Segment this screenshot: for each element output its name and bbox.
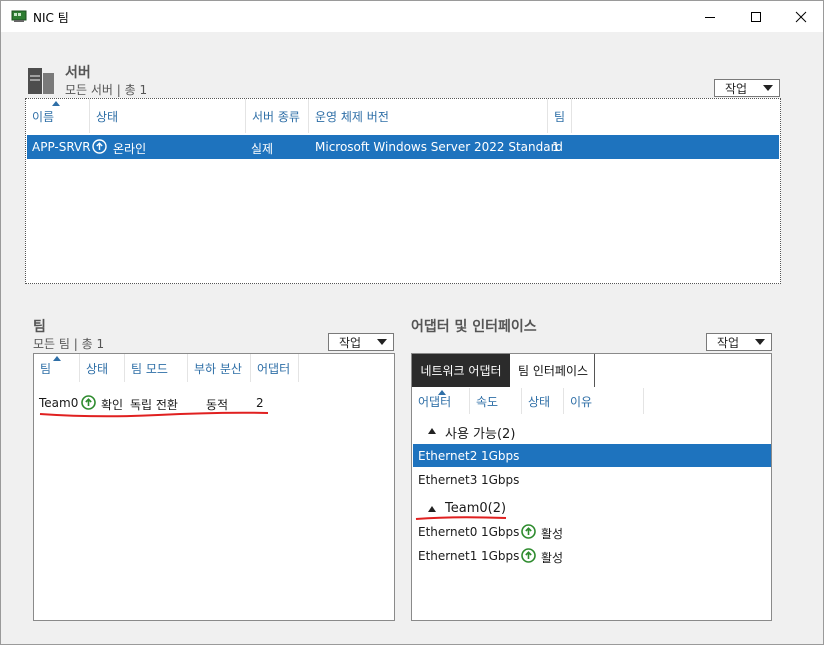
- window-title: NIC 팀: [33, 11, 69, 25]
- adapter-name: Ethernet3: [418, 473, 478, 487]
- list-item[interactable]: Ethernet0 1Gbps 활성: [412, 520, 771, 544]
- teams-title: 팀: [33, 319, 46, 335]
- col-header-speed[interactable]: 속도: [470, 388, 522, 414]
- col-header-reason[interactable]: 이유: [564, 388, 644, 414]
- collapse-triangle-icon: [428, 428, 436, 434]
- group-label: 사용 가능(2): [445, 427, 516, 442]
- minimize-button[interactable]: [687, 1, 733, 32]
- red-annotation-underline: [39, 411, 269, 418]
- maximize-button[interactable]: [733, 1, 779, 32]
- close-icon: [795, 11, 807, 22]
- servers-tasks-button[interactable]: 작업: [714, 79, 780, 97]
- adapter-state: 활성: [541, 551, 564, 565]
- chevron-down-icon: [377, 339, 387, 345]
- col-header-name[interactable]: 이름: [26, 99, 90, 133]
- teams-tasks-button[interactable]: 작업: [328, 333, 394, 351]
- table-row[interactable]: APP-SRVR 온라인 실제 Microsoft Windows Server…: [27, 135, 779, 159]
- maximize-icon: [751, 11, 761, 22]
- nic-team-app-icon: [11, 10, 27, 22]
- main-content: 서버 모든 서버 | 총 1 작업 이름 상태 서버 종류 운영 체제 버전 팀: [1, 32, 823, 644]
- col-header-team[interactable]: 팀: [34, 354, 80, 382]
- adapters-tasks-button[interactable]: 작업: [706, 333, 772, 351]
- team-adapter-count: 2: [256, 396, 264, 410]
- teams-tasks-label: 작업: [339, 335, 362, 350]
- adapter-state: 활성: [541, 527, 564, 541]
- list-item[interactable]: Ethernet1 1Gbps 활성: [412, 544, 771, 568]
- team-name: Team0: [39, 396, 79, 410]
- collapse-triangle-icon: [428, 506, 436, 512]
- col-header-adapter-status[interactable]: 상태: [522, 388, 564, 414]
- adapters-tasks-label: 작업: [717, 335, 740, 350]
- teams-subtitle: 모든 팀 | 총 1: [33, 337, 105, 351]
- col-header-load-balancing[interactable]: 부하 분산: [188, 354, 251, 382]
- teams-table: 팀 상태 팀 모드 부하 분산 어댑터 Team0 확인 독립 전환 동적 2: [33, 353, 395, 621]
- sort-ascending-icon: [438, 390, 446, 395]
- adapter-speed: 1Gbps: [481, 549, 520, 563]
- adapter-name: Ethernet0: [418, 525, 478, 539]
- chevron-down-icon: [763, 85, 773, 91]
- group-header-available[interactable]: 사용 가능(2): [412, 420, 771, 442]
- adapters-title: 어댑터 및 인터페이스: [411, 319, 537, 335]
- tab-team-interfaces[interactable]: 팀 인터페이스: [518, 354, 596, 387]
- server-name: APP-SRVR: [32, 140, 91, 154]
- server-status: 온라인: [113, 142, 147, 156]
- adapter-speed: 1Gbps: [481, 449, 520, 463]
- servers-table: 이름 상태 서버 종류 운영 체제 버전 팀 APP-SRVR 온라인 실제 M…: [25, 98, 781, 284]
- list-item[interactable]: Ethernet3 1Gbps: [412, 468, 771, 491]
- adapter-speed: 1Gbps: [481, 473, 520, 487]
- adapter-speed: 1Gbps: [481, 525, 520, 539]
- server-type: 실제: [251, 142, 274, 156]
- nic-teaming-window: NIC 팀 서버 모든 서버 | 총 1 작업 이름 상태 서버 종류 운영 체…: [0, 0, 824, 645]
- servers-subtitle: 모든 서버 | 총 1: [65, 83, 148, 97]
- col-header-os-version[interactable]: 운영 체제 버전: [309, 99, 548, 133]
- adapters-panel: 네트워크 어댑터 팀 인터페이스 어댑터 속도 상태 이유 사용 가능(2) E…: [411, 353, 772, 621]
- adapter-name: Ethernet2: [418, 449, 478, 463]
- col-header-team-mode[interactable]: 팀 모드: [125, 354, 188, 382]
- server-team-count: 1: [552, 140, 560, 154]
- col-header-teams[interactable]: 팀: [548, 99, 572, 133]
- servers-tasks-label: 작업: [725, 81, 748, 96]
- col-header-server-type[interactable]: 서버 종류: [246, 99, 309, 133]
- servers-title: 서버: [65, 65, 91, 81]
- active-status-icon: [521, 548, 536, 563]
- sort-ascending-icon: [52, 101, 60, 106]
- ok-status-icon: [81, 395, 96, 410]
- sort-ascending-icon: [53, 356, 61, 361]
- col-header-adapters[interactable]: 어댑터: [251, 354, 299, 382]
- online-status-icon: [92, 139, 107, 154]
- adapter-name: Ethernet1: [418, 549, 478, 563]
- col-header-team-status[interactable]: 상태: [80, 354, 125, 382]
- tab-network-adapters[interactable]: 네트워크 어댑터: [412, 354, 510, 387]
- close-button[interactable]: [778, 1, 823, 32]
- list-item[interactable]: Ethernet2 1Gbps: [413, 444, 771, 467]
- active-status-icon: [521, 524, 536, 539]
- minimize-icon: [705, 16, 715, 18]
- col-header-status[interactable]: 상태: [90, 99, 246, 133]
- col-header-adapter[interactable]: 어댑터: [412, 388, 470, 414]
- chevron-down-icon: [755, 339, 765, 345]
- server-os: Microsoft Windows Server 2022 Standard: [315, 140, 563, 154]
- server-icon: [28, 68, 54, 94]
- title-bar: NIC 팀: [1, 1, 823, 32]
